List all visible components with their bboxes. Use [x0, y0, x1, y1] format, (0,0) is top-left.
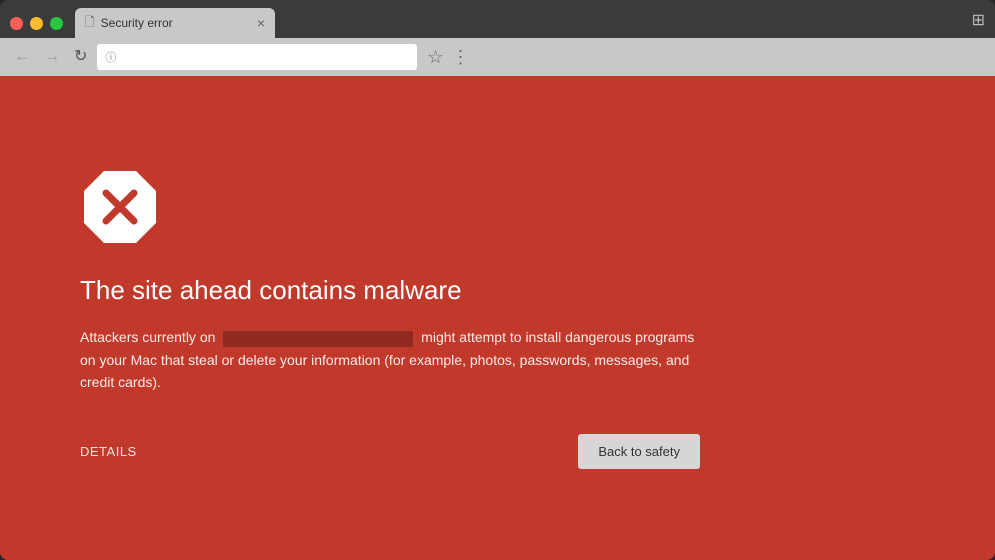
tab-spacer — [275, 8, 972, 38]
minimize-button[interactable] — [30, 17, 43, 30]
error-container: The site ahead contains malware Attacker… — [80, 167, 700, 468]
back-to-safety-button[interactable]: Back to safety — [578, 434, 700, 469]
tab-title: Security error — [101, 16, 251, 30]
chrome-window: 🗋 Security error × ⊞ ← → ↻ ⓘ ☆ ⋮ — [0, 0, 995, 560]
error-body: Attackers currently on might attempt to … — [80, 326, 700, 393]
reload-button[interactable]: ↻ — [70, 47, 91, 67]
redacted-url — [223, 331, 413, 347]
error-actions: DETAILS Back to safety — [80, 434, 700, 469]
extension-icon: ⊞ — [972, 10, 985, 30]
forward-nav-button[interactable]: → — [40, 47, 64, 67]
address-bar[interactable]: ⓘ — [97, 44, 417, 70]
maximize-button[interactable] — [50, 17, 63, 30]
title-bar: 🗋 Security error × ⊞ — [0, 0, 995, 38]
back-nav-button[interactable]: ← — [10, 47, 34, 67]
details-link[interactable]: DETAILS — [80, 444, 137, 459]
chrome-menu-icon[interactable]: ⋮ — [452, 47, 470, 68]
browser-tab[interactable]: 🗋 Security error × — [75, 8, 275, 38]
error-heading: The site ahead contains malware — [80, 275, 700, 306]
bookmark-icon[interactable]: ☆ — [427, 47, 443, 68]
toolbar-right: ☆ ⋮ — [427, 47, 469, 68]
address-input[interactable] — [122, 50, 409, 64]
error-page: The site ahead contains malware Attacker… — [0, 76, 995, 560]
traffic-lights — [10, 17, 63, 30]
stop-icon — [80, 167, 160, 247]
close-button[interactable] — [10, 17, 23, 30]
tab-close-button[interactable]: × — [257, 16, 265, 30]
toolbar: ← → ↻ ⓘ ☆ ⋮ — [0, 38, 995, 76]
tab-page-icon: 🗋 — [85, 13, 95, 34]
error-body-before: Attackers currently on — [80, 329, 215, 345]
info-icon: ⓘ — [105, 49, 116, 65]
